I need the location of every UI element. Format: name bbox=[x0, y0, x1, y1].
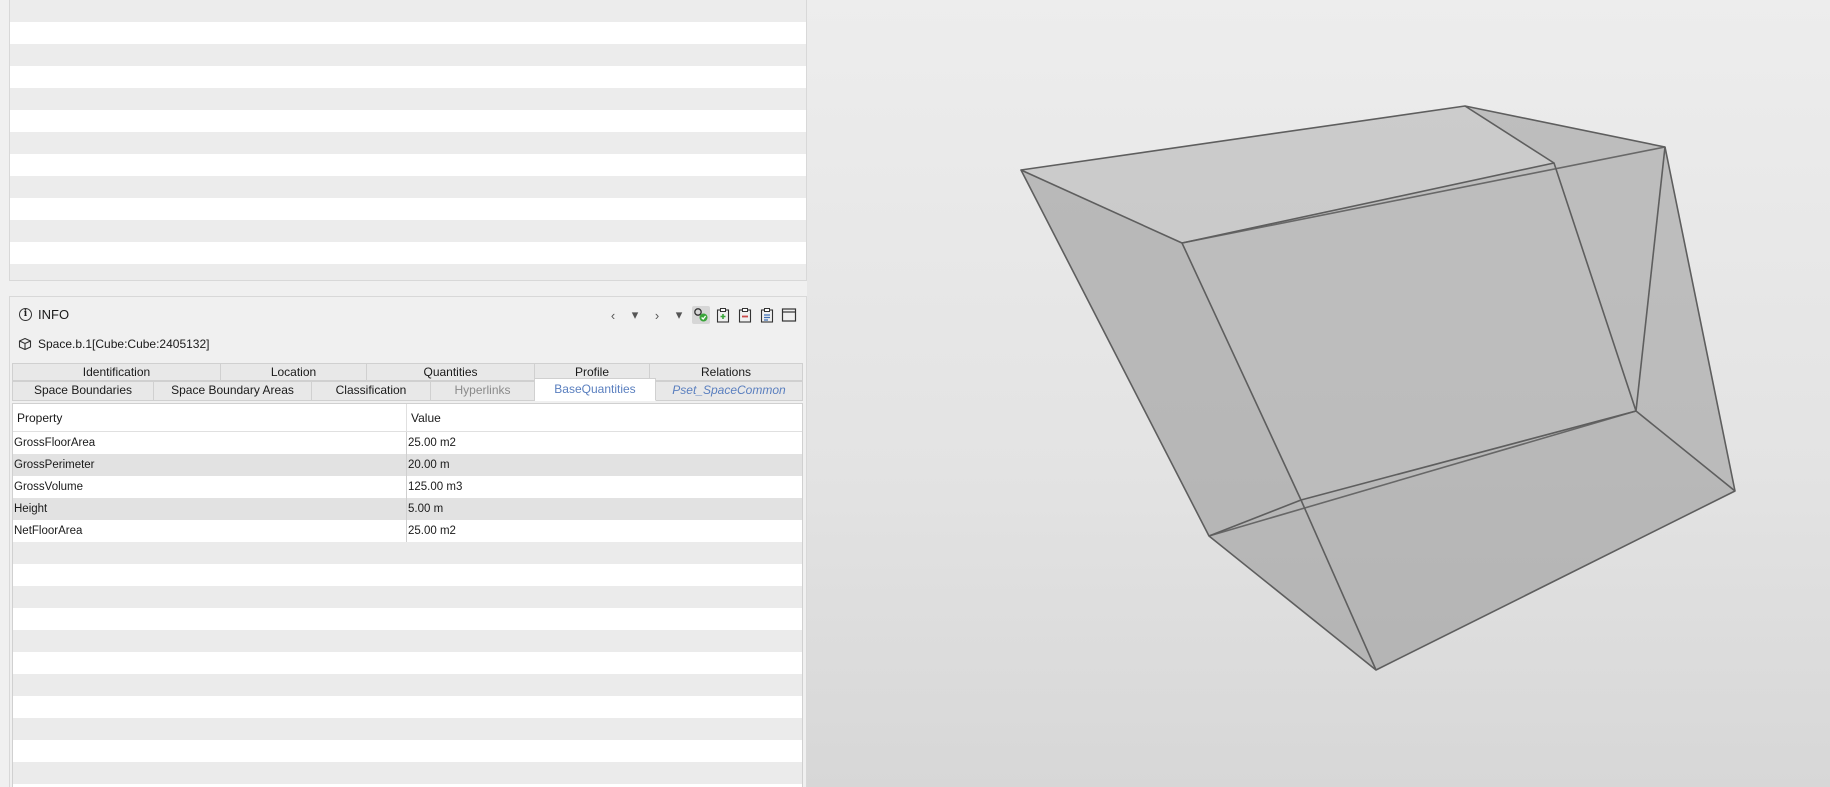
entity-label: Space.b.1[Cube:Cube:2405132] bbox=[38, 337, 210, 351]
empty-row bbox=[13, 564, 802, 586]
info-title-label: INFO bbox=[38, 307, 70, 322]
empty-row bbox=[13, 542, 802, 564]
property-table[interactable]: Property Value GrossFloorArea 25.00 m2 G… bbox=[12, 403, 803, 787]
tab-pset-spacecommon[interactable]: Pset_SpaceCommon bbox=[656, 381, 803, 401]
tab-quantities[interactable]: Quantities bbox=[367, 363, 535, 381]
empty-row bbox=[13, 674, 802, 696]
tab-space-boundary-areas[interactable]: Space Boundary Areas bbox=[154, 381, 312, 401]
tabs-row-1: Identification Location Quantities Profi… bbox=[12, 363, 803, 381]
space-cube-model[interactable] bbox=[807, 0, 1830, 787]
tab-location[interactable]: Location bbox=[221, 363, 367, 381]
list-row[interactable] bbox=[10, 22, 806, 44]
panel-layout-button[interactable] bbox=[780, 306, 798, 324]
list-row[interactable] bbox=[10, 132, 806, 154]
empty-row bbox=[13, 696, 802, 718]
list-row[interactable] bbox=[10, 66, 806, 88]
selected-entity: Space.b.1[Cube:Cube:2405132] bbox=[18, 337, 209, 351]
table-row[interactable]: GrossFloorArea 25.00 m2 bbox=[13, 432, 802, 454]
list-row[interactable] bbox=[10, 154, 806, 176]
empty-row bbox=[13, 762, 802, 784]
list-row[interactable] bbox=[10, 264, 806, 280]
table-empty-area bbox=[13, 542, 802, 787]
empty-row bbox=[13, 608, 802, 630]
property-name: NetFloorArea bbox=[13, 520, 407, 542]
back-button[interactable]: ‹ bbox=[604, 306, 622, 324]
info-title: i INFO bbox=[19, 307, 69, 322]
table-row[interactable]: NetFloorArea 25.00 m2 bbox=[13, 520, 802, 542]
empty-row bbox=[13, 718, 802, 740]
info-toolbar: ‹ ▾ › ▾ bbox=[604, 306, 798, 324]
window-icon bbox=[781, 308, 797, 322]
property-value: 5.00 m bbox=[408, 503, 444, 515]
cube-icon bbox=[18, 337, 32, 351]
tab-classification[interactable]: Classification bbox=[312, 381, 431, 401]
tab-relations[interactable]: Relations bbox=[650, 363, 803, 381]
property-name: Height bbox=[13, 498, 407, 520]
list-row[interactable] bbox=[10, 242, 806, 264]
list-row[interactable] bbox=[10, 0, 806, 22]
forward-button[interactable]: › bbox=[648, 306, 666, 324]
empty-row bbox=[13, 586, 802, 608]
table-body: GrossFloorArea 25.00 m2 GrossPerimeter 2… bbox=[13, 432, 802, 542]
table-row[interactable]: Height 5.00 m bbox=[13, 498, 802, 520]
clipboard-list-icon bbox=[760, 308, 774, 323]
tab-space-boundaries[interactable]: Space Boundaries bbox=[12, 381, 154, 401]
3d-viewport[interactable] bbox=[807, 0, 1830, 787]
empty-row bbox=[13, 740, 802, 762]
back-history-dropdown[interactable]: ▾ bbox=[626, 306, 644, 324]
empty-row bbox=[13, 630, 802, 652]
property-value: 20.00 m bbox=[408, 459, 450, 471]
info-header: i INFO ‹ ▾ › ▾ bbox=[10, 297, 806, 331]
clipboard-remove-icon bbox=[738, 308, 752, 323]
property-name: GrossPerimeter bbox=[13, 454, 407, 476]
clipboard-add-icon bbox=[716, 308, 730, 323]
table-row[interactable]: GrossVolume 125.00 m3 bbox=[13, 476, 802, 498]
table-row[interactable]: GrossPerimeter 20.00 m bbox=[13, 454, 802, 476]
forward-history-dropdown[interactable]: ▾ bbox=[670, 306, 688, 324]
tabs-row-2: Space Boundaries Space Boundary Areas Cl… bbox=[12, 378, 803, 401]
property-name: GrossVolume bbox=[13, 476, 407, 498]
column-header-property[interactable]: Property bbox=[13, 404, 407, 431]
property-value: 25.00 m2 bbox=[408, 437, 456, 449]
tab-hyperlinks[interactable]: Hyperlinks bbox=[431, 381, 535, 401]
table-header: Property Value bbox=[13, 404, 802, 432]
sync-selection-icon bbox=[694, 308, 708, 322]
remove-property-button[interactable] bbox=[736, 306, 754, 324]
edit-property-button[interactable] bbox=[758, 306, 776, 324]
column-header-value[interactable]: Value bbox=[407, 404, 441, 431]
object-list-panel[interactable] bbox=[9, 0, 807, 281]
add-property-button[interactable] bbox=[714, 306, 732, 324]
list-row[interactable] bbox=[10, 44, 806, 66]
list-row[interactable] bbox=[10, 88, 806, 110]
tab-identification[interactable]: Identification bbox=[12, 363, 221, 381]
list-row[interactable] bbox=[10, 220, 806, 242]
property-value: 25.00 m2 bbox=[408, 525, 456, 537]
sync-selection-button[interactable] bbox=[692, 306, 710, 324]
info-panel: i INFO ‹ ▾ › ▾ Space.b.1[Cube:Cube:24051… bbox=[9, 296, 807, 787]
property-value: 125.00 m3 bbox=[408, 481, 463, 493]
tab-basequantities[interactable]: BaseQuantities bbox=[535, 378, 656, 401]
property-name: GrossFloorArea bbox=[13, 432, 407, 454]
info-icon: i bbox=[19, 308, 32, 321]
empty-row bbox=[13, 652, 802, 674]
list-row[interactable] bbox=[10, 110, 806, 132]
list-row[interactable] bbox=[10, 176, 806, 198]
list-row[interactable] bbox=[10, 198, 806, 220]
